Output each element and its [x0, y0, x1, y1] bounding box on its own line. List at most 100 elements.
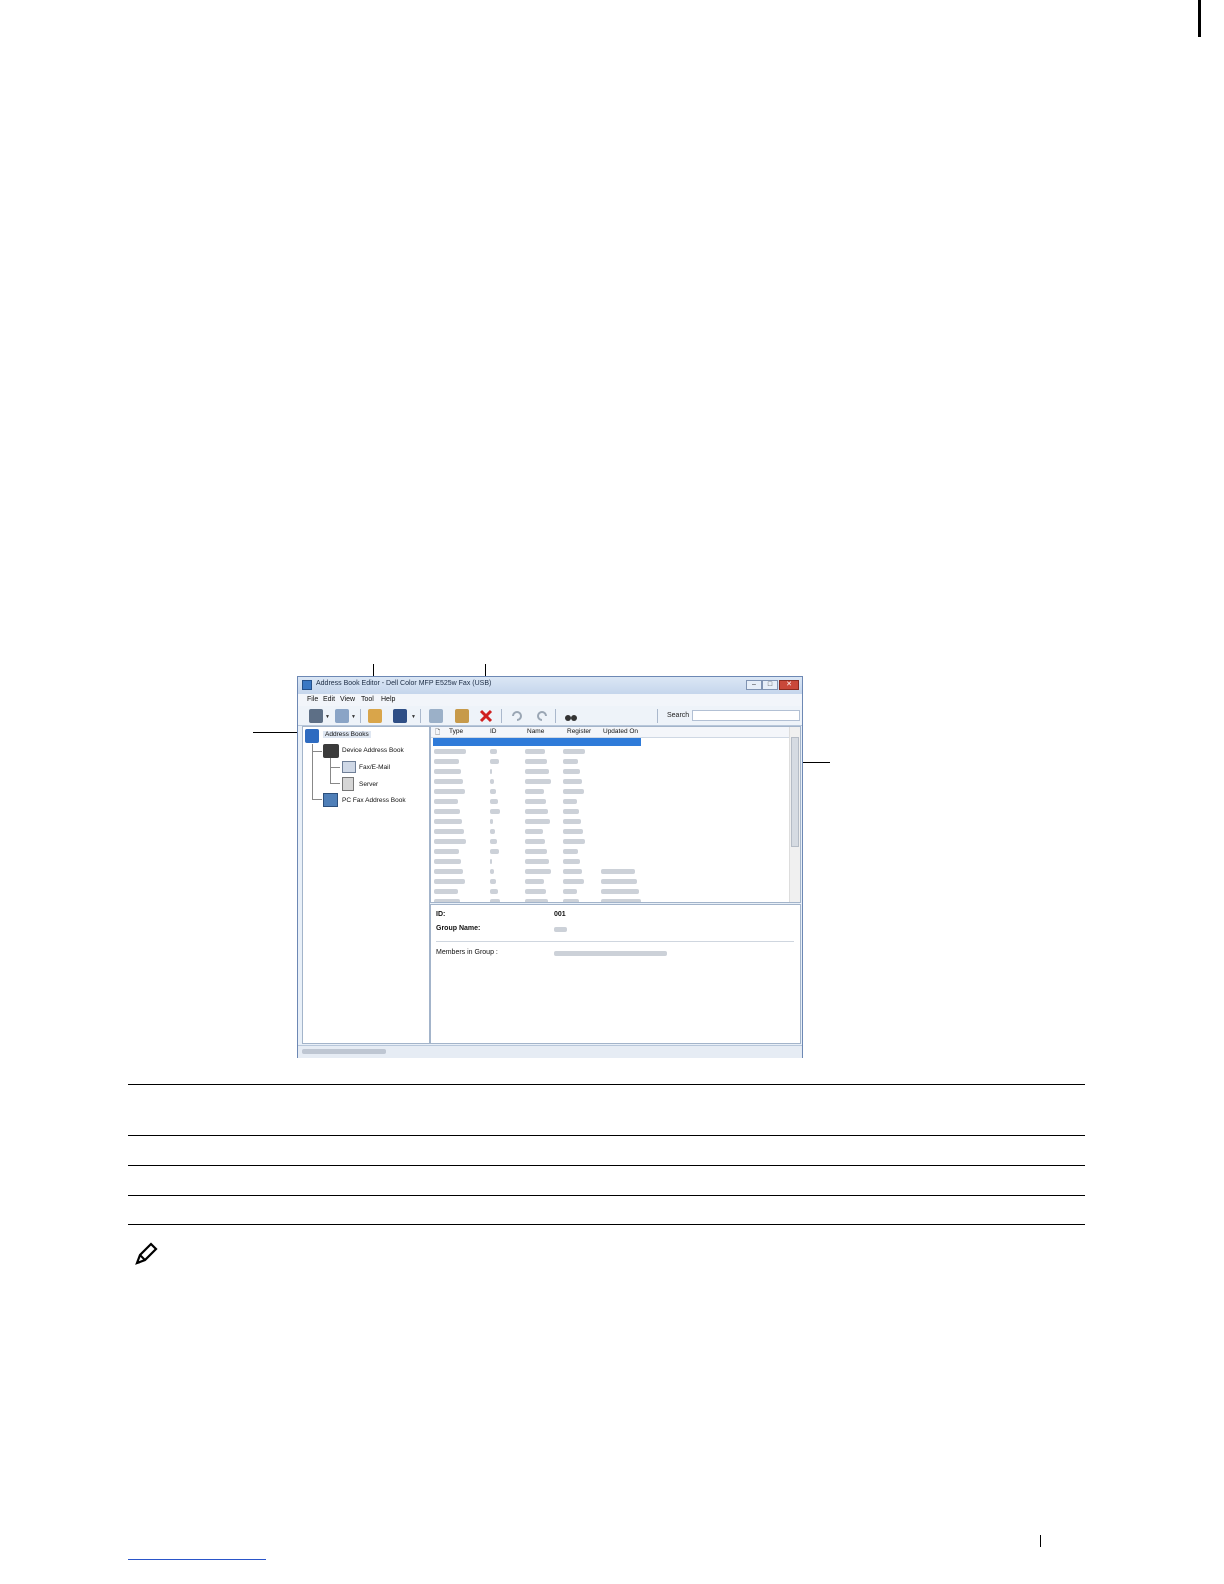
close-button[interactable]: ✕ [779, 680, 799, 690]
window-title: Address Book Editor - Dell Color MFP E52… [316, 680, 492, 687]
blurred-cell [563, 799, 577, 804]
menu-edit[interactable]: Edit [323, 696, 335, 703]
tree-item-device-address-book[interactable]: Device Address Book [342, 747, 404, 754]
table-row[interactable] [431, 858, 787, 866]
blurred-cell [563, 779, 582, 784]
pencil-note-icon [133, 1241, 159, 1267]
blurred-cell [525, 869, 551, 874]
table-row[interactable] [431, 888, 787, 896]
table-row[interactable] [431, 868, 787, 876]
blurred-cell [490, 889, 498, 894]
blurred-cell [490, 749, 497, 754]
detail-divider [436, 941, 794, 942]
blurred-cell [525, 789, 544, 794]
table-row[interactable] [431, 788, 787, 796]
table-row[interactable] [431, 898, 787, 902]
toolbar-separator [420, 709, 421, 723]
entry-list: 🗋 Type ID Name Register Updated On [430, 726, 801, 903]
menu-help[interactable]: Help [381, 696, 395, 703]
blurred-cell [525, 769, 549, 774]
maximize-button[interactable]: □ [762, 680, 778, 690]
tree-item-server[interactable]: Server [359, 781, 378, 788]
address-book-tree: Address Books Device Address Book Fax/E-… [302, 726, 430, 1044]
folder-icon[interactable] [368, 709, 382, 723]
new-entry-icon[interactable] [309, 709, 323, 723]
blurred-cell [490, 859, 492, 864]
blurred-cell [490, 849, 499, 854]
save-dropdown-icon[interactable]: ▼ [411, 714, 416, 720]
table-rule-bottom [128, 1224, 1085, 1225]
blurred-cell [563, 899, 579, 902]
new-group-icon[interactable] [335, 709, 349, 723]
blurred-cell [601, 889, 639, 894]
blurred-cell [525, 899, 548, 902]
list-scrollbar[interactable] [789, 727, 800, 902]
table-row[interactable] [431, 838, 787, 846]
menu-tool[interactable]: Tool [361, 696, 374, 703]
blurred-cell [490, 899, 500, 902]
minimize-button[interactable]: – [746, 680, 762, 690]
column-register[interactable]: Register [567, 728, 591, 735]
blurred-cell [601, 879, 637, 884]
table-row[interactable] [431, 748, 787, 756]
pc-fax-icon[interactable] [323, 793, 338, 807]
table-row[interactable] [431, 768, 787, 776]
tree-item-fax-email[interactable]: Fax/E-Mail [359, 764, 390, 771]
redo-icon[interactable] [535, 709, 549, 723]
printer-icon[interactable] [323, 744, 339, 758]
toolbar: ▼ ▼ ▼ Search [298, 706, 802, 726]
blurred-cell [525, 839, 545, 844]
blurred-cell [490, 759, 499, 764]
tree-connector [312, 744, 313, 799]
blurred-cell [525, 889, 546, 894]
table-row[interactable] [431, 808, 787, 816]
new-group-dropdown-icon[interactable]: ▼ [351, 714, 356, 720]
table-row[interactable] [431, 818, 787, 826]
blurred-cell [525, 759, 547, 764]
table-row[interactable] [431, 848, 787, 856]
toolbar-separator [501, 709, 502, 723]
address-book-editor-window: Address Book Editor - Dell Color MFP E52… [297, 676, 803, 1058]
blurred-cell [525, 799, 546, 804]
table-row[interactable] [431, 878, 787, 886]
tree-item-address-books[interactable]: Address Books [323, 731, 371, 738]
paste-icon[interactable] [455, 709, 469, 723]
table-row-selected[interactable] [433, 738, 641, 746]
undo-icon[interactable] [510, 709, 524, 723]
table-row[interactable] [431, 778, 787, 786]
blurred-cell [563, 759, 578, 764]
server-icon[interactable] [342, 777, 354, 791]
tree-item-pc-fax-address-book[interactable]: PC Fax Address Book [342, 797, 406, 804]
column-type[interactable]: Type [449, 728, 463, 735]
blurred-cell [434, 809, 460, 814]
detail-pane: ID: 001 Group Name: Members in Group : [430, 904, 801, 1044]
copy-icon[interactable] [429, 709, 443, 723]
new-entry-dropdown-icon[interactable]: ▼ [325, 714, 330, 720]
detail-members-value [554, 951, 667, 956]
blurred-cell [490, 789, 496, 794]
detail-id-value: 001 [554, 911, 566, 918]
blurred-cell [563, 859, 580, 864]
menu-view[interactable]: View [340, 696, 355, 703]
blurred-cell [563, 819, 581, 824]
detail-group-name-value [554, 927, 567, 932]
blurred-cell [434, 769, 461, 774]
scrollbar-thumb[interactable] [791, 737, 799, 847]
blurred-cell [525, 819, 550, 824]
table-row[interactable] [431, 828, 787, 836]
table-row[interactable] [431, 798, 787, 806]
tree-connector [330, 783, 340, 784]
column-updated-on[interactable]: Updated On [603, 728, 638, 735]
blurred-cell [525, 859, 549, 864]
table-row[interactable] [431, 758, 787, 766]
address-books-icon[interactable] [305, 729, 319, 743]
floppy-icon[interactable] [393, 709, 407, 723]
column-name[interactable]: Name [527, 728, 544, 735]
delete-icon[interactable] [479, 709, 493, 723]
fax-email-icon[interactable] [342, 761, 356, 773]
menu-file[interactable]: File [307, 696, 318, 703]
column-id[interactable]: ID [490, 728, 497, 735]
blurred-cell [490, 839, 497, 844]
binoculars-icon[interactable] [564, 709, 578, 723]
search-input[interactable] [692, 710, 800, 721]
